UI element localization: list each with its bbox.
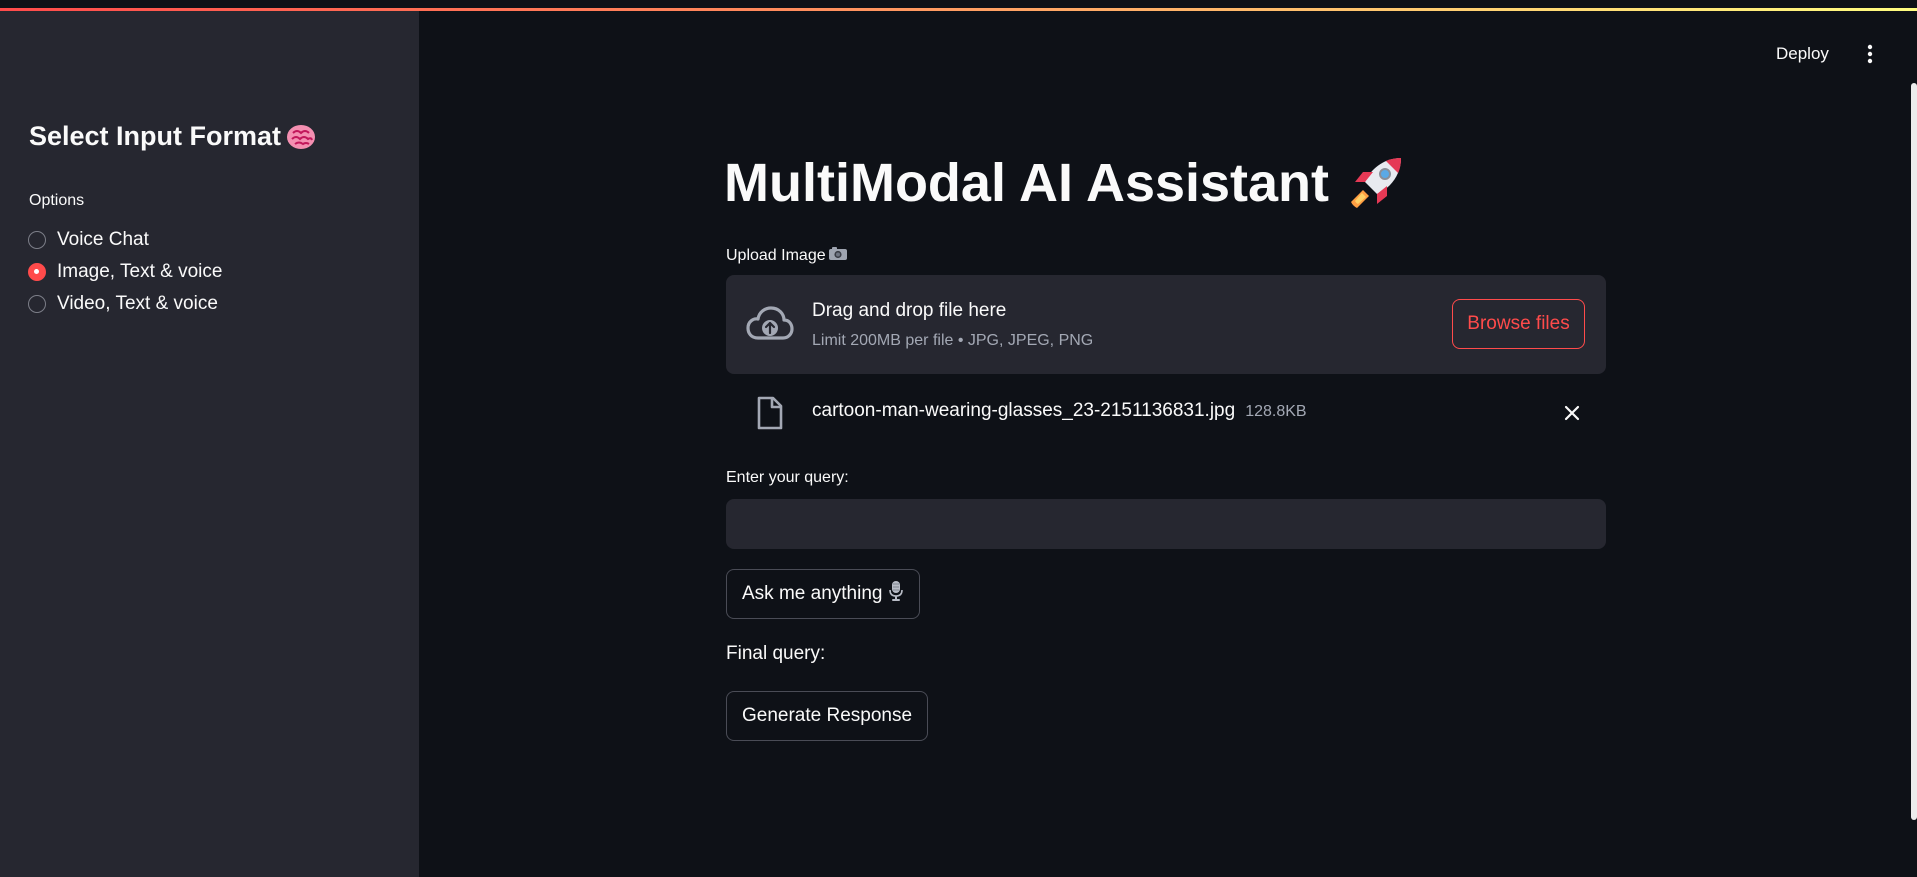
sidebar-title: Select Input Format	[29, 121, 317, 152]
uploaded-file-size: 128.8KB	[1245, 403, 1307, 420]
radio-button[interactable]	[28, 295, 46, 313]
radio-button-selected[interactable]	[28, 263, 46, 281]
uploaded-file-name: cartoon-man-wearing-glasses_23-215113683…	[812, 400, 1236, 421]
top-decoration-bar	[0, 0, 1917, 11]
rocket-icon	[1345, 152, 1407, 214]
sidebar-title-text: Select Input Format	[29, 121, 282, 151]
sidebar: Select Input Format Options Voice Chat I…	[0, 11, 419, 877]
radio-label: Voice Chat	[57, 229, 149, 250]
camera-icon	[828, 245, 848, 266]
file-icon	[756, 396, 784, 430]
scrollbar[interactable]	[1911, 83, 1917, 820]
cloud-upload-icon	[746, 304, 794, 344]
ask-me-anything-button[interactable]: Ask me anything	[726, 569, 921, 619]
dropzone-instruction: Drag and drop file here	[812, 300, 1007, 321]
query-label: Enter your query:	[726, 469, 849, 486]
kebab-menu-icon[interactable]	[1862, 40, 1878, 68]
brain-icon	[285, 123, 317, 151]
query-input[interactable]	[726, 499, 1606, 549]
generate-response-button[interactable]: Generate Response	[726, 691, 929, 741]
radio-option-video-text-voice[interactable]: Video, Text & voice	[28, 288, 222, 320]
radio-label: Video, Text & voice	[57, 293, 218, 314]
radio-label: Image, Text & voice	[57, 261, 223, 282]
page-title: MultiModal AI Assistant	[724, 152, 1407, 214]
upload-image-label-text: Upload Image	[726, 246, 826, 264]
dropzone-limit-text: Limit 200MB per file • JPG, JPEG, PNG	[812, 332, 1094, 349]
radio-option-voice-chat[interactable]: Voice Chat	[28, 224, 222, 256]
microphone-icon	[888, 580, 904, 608]
uploaded-file-row: cartoon-man-wearing-glasses_23-215113683…	[726, 388, 1606, 438]
file-dropzone[interactable]: Drag and drop file here Limit 200MB per …	[726, 275, 1606, 374]
deploy-button[interactable]: Deploy	[1770, 40, 1835, 68]
input-format-radio-group: Voice Chat Image, Text & voice Video, Te…	[28, 224, 222, 320]
browse-files-button[interactable]: Browse files	[1452, 299, 1585, 349]
final-query-label: Final query:	[726, 643, 826, 664]
uploaded-file-info: cartoon-man-wearing-glasses_23-215113683…	[812, 400, 1307, 422]
page-title-text: MultiModal AI Assistant	[724, 153, 1330, 213]
radio-button[interactable]	[28, 231, 46, 249]
radio-option-image-text-voice[interactable]: Image, Text & voice	[28, 256, 222, 288]
ask-button-label: Ask me anything	[742, 583, 883, 604]
remove-file-close-icon[interactable]	[1564, 405, 1580, 421]
upload-image-label: Upload Image	[726, 245, 848, 266]
options-label: Options	[29, 192, 85, 209]
